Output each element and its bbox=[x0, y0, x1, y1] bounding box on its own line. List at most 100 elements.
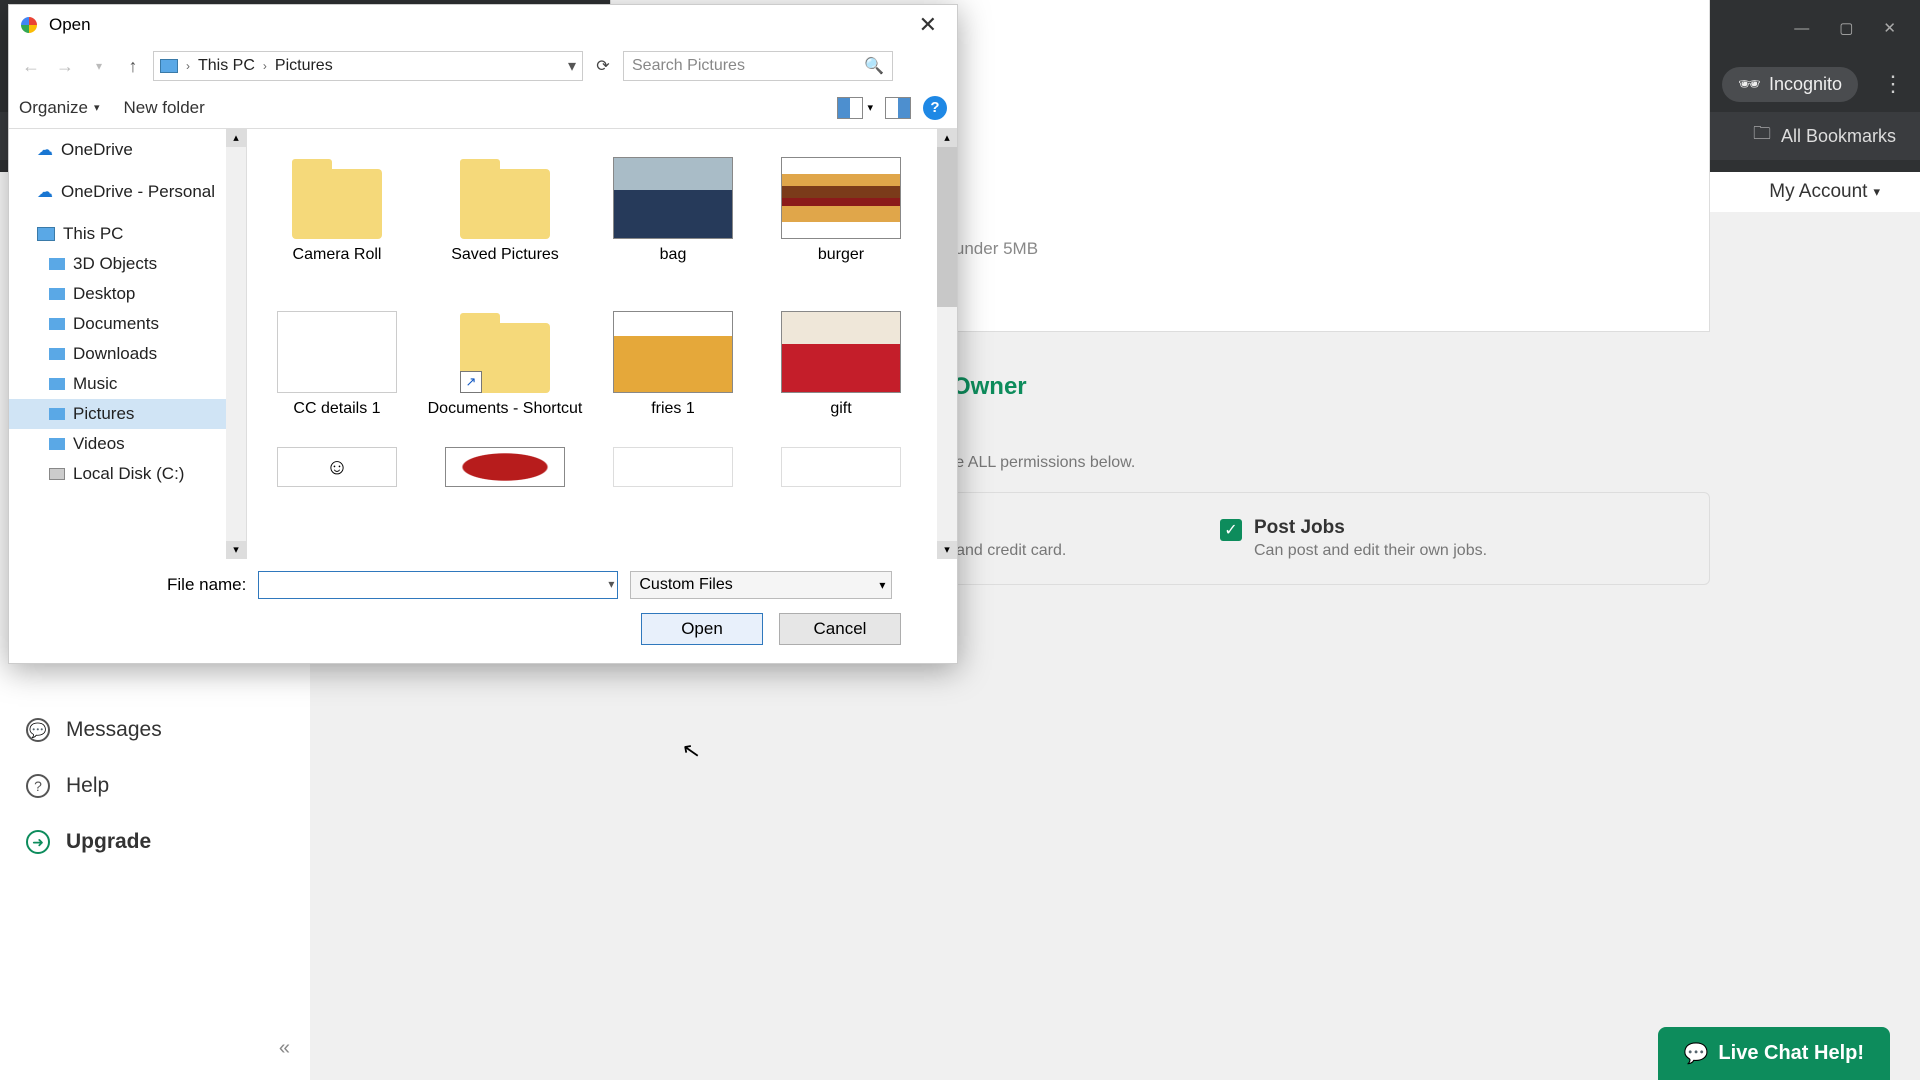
file-type-dropdown[interactable]: Custom Files ▾ bbox=[630, 571, 892, 599]
search-icon: 🔍 bbox=[864, 56, 884, 76]
folder-icon bbox=[49, 318, 65, 330]
upgrade-icon: ➜ bbox=[26, 830, 50, 854]
help-icon[interactable]: ? bbox=[923, 96, 947, 120]
chevron-down-icon: ▾ bbox=[879, 578, 885, 592]
cancel-button[interactable]: Cancel bbox=[779, 613, 901, 645]
scroll-down-icon[interactable]: ▾ bbox=[226, 541, 246, 559]
sidebar-collapse-icon[interactable]: « bbox=[279, 1037, 290, 1060]
image-thumbnail bbox=[613, 447, 733, 487]
grid-scrollbar[interactable]: ▴ ▾ bbox=[937, 129, 957, 559]
tree-label: This PC bbox=[63, 224, 123, 244]
tree-item-this-pc[interactable]: This PC bbox=[9, 219, 246, 249]
file-item-image[interactable]: gift bbox=[761, 293, 921, 437]
path-dropdown-icon[interactable]: ▾ bbox=[568, 56, 576, 76]
tree-label: Desktop bbox=[73, 284, 135, 304]
nav-forward-icon[interactable]: → bbox=[51, 56, 79, 77]
image-thumbnail bbox=[613, 157, 733, 239]
file-item-image[interactable] bbox=[425, 447, 585, 487]
sidebar-item-upgrade[interactable]: ➜ Upgrade bbox=[0, 814, 310, 870]
scroll-up-icon[interactable]: ▴ bbox=[226, 129, 246, 147]
view-mode-button[interactable]: ▾ bbox=[837, 97, 873, 119]
all-bookmarks-link[interactable]: All Bookmarks bbox=[1781, 126, 1896, 147]
chevron-right-icon: › bbox=[186, 59, 190, 73]
file-item-folder[interactable]: Saved Pictures bbox=[425, 139, 585, 283]
scrollbar-thumb[interactable] bbox=[937, 147, 957, 307]
checkbox-post-jobs[interactable]: ✓ bbox=[1220, 519, 1242, 541]
pc-icon bbox=[37, 227, 55, 241]
file-name-label: File name: bbox=[167, 575, 246, 595]
my-account-dropdown[interactable]: My Account ▾ bbox=[1769, 181, 1920, 203]
folder-icon bbox=[49, 348, 65, 360]
tree-label: Documents bbox=[73, 314, 159, 334]
tree-item-downloads[interactable]: Downloads bbox=[9, 339, 246, 369]
organize-label: Organize bbox=[19, 98, 88, 118]
file-item-image[interactable]: burger bbox=[761, 139, 921, 283]
tree-item-pictures[interactable]: Pictures bbox=[9, 399, 246, 429]
window-minimize-icon[interactable]: — bbox=[1794, 20, 1809, 37]
tree-item-music[interactable]: Music bbox=[9, 369, 246, 399]
folder-icon bbox=[49, 438, 65, 450]
sidebar-item-help[interactable]: ? Help bbox=[0, 758, 310, 814]
tree-item-onedrive[interactable]: ☁OneDrive bbox=[9, 135, 246, 165]
file-item-image[interactable]: CC details 1 bbox=[257, 293, 417, 437]
file-label: Camera Roll bbox=[293, 245, 382, 283]
image-thumbnail bbox=[613, 311, 733, 393]
incognito-indicator[interactable]: 🕶 Incognito bbox=[1722, 67, 1858, 102]
path-breadcrumb[interactable]: › This PC › Pictures ▾ bbox=[153, 51, 583, 81]
file-item-folder[interactable]: Camera Roll bbox=[257, 139, 417, 283]
tree-item-onedrive-personal[interactable]: ☁OneDrive - Personal bbox=[9, 177, 246, 207]
open-button[interactable]: Open bbox=[641, 613, 763, 645]
new-folder-button[interactable]: New folder bbox=[124, 98, 205, 118]
nav-back-icon[interactable]: ← bbox=[17, 56, 45, 77]
tree-item-desktop[interactable]: Desktop bbox=[9, 279, 246, 309]
refresh-icon[interactable]: ⟳ bbox=[589, 56, 617, 76]
search-placeholder: Search Pictures bbox=[632, 57, 745, 75]
file-name-input[interactable] bbox=[258, 571, 618, 599]
folder-icon bbox=[460, 169, 550, 239]
perm-post-title: Post Jobs bbox=[1254, 517, 1487, 539]
path-segment[interactable]: This PC bbox=[198, 57, 255, 75]
dialog-toolbar: Organize ▾ New folder ▾ ? bbox=[9, 87, 957, 129]
tree-item-documents[interactable]: Documents bbox=[9, 309, 246, 339]
search-input[interactable]: Search Pictures 🔍 bbox=[623, 51, 893, 81]
folder-icon bbox=[49, 288, 65, 300]
file-label: fries 1 bbox=[651, 399, 695, 437]
browser-menu-icon[interactable]: ⋮ bbox=[1882, 71, 1904, 97]
dialog-footer: File name: ▾ Custom Files ▾ Open Cancel bbox=[9, 559, 957, 663]
tree-item-3d-objects[interactable]: 3D Objects bbox=[9, 249, 246, 279]
file-item-image[interactable] bbox=[761, 447, 921, 487]
live-chat-button[interactable]: 💬 Live Chat Help! bbox=[1658, 1027, 1890, 1080]
image-thumbnail bbox=[445, 447, 565, 487]
file-item-image[interactable]: ☺ bbox=[257, 447, 417, 487]
image-thumbnail bbox=[781, 157, 901, 239]
dialog-nav-bar: ← → ▾ ↑ › This PC › Pictures ▾ ⟳ Search … bbox=[9, 45, 957, 87]
tree-scrollbar[interactable]: ▴ ▾ bbox=[226, 129, 246, 559]
nav-up-icon[interactable]: ↑ bbox=[119, 56, 147, 77]
preview-pane-button[interactable] bbox=[885, 97, 911, 119]
live-chat-label: Live Chat Help! bbox=[1718, 1042, 1864, 1065]
file-item-shortcut[interactable]: ↗ Documents - Shortcut bbox=[425, 293, 585, 437]
tree-label: Downloads bbox=[73, 344, 157, 364]
scroll-up-icon[interactable]: ▴ bbox=[937, 129, 957, 147]
dialog-close-button[interactable]: ✕ bbox=[909, 12, 947, 38]
chevron-down-icon[interactable]: ▾ bbox=[85, 59, 113, 73]
chevron-down-icon[interactable]: ▾ bbox=[608, 577, 614, 591]
window-maximize-icon[interactable]: ▢ bbox=[1839, 19, 1853, 37]
window-close-icon[interactable]: ✕ bbox=[1883, 19, 1896, 37]
tree-item-videos[interactable]: Videos bbox=[9, 429, 246, 459]
file-item-image[interactable] bbox=[593, 447, 753, 487]
scroll-down-icon[interactable]: ▾ bbox=[937, 541, 957, 559]
folder-icon bbox=[49, 408, 65, 420]
chevron-down-icon: ▾ bbox=[94, 101, 100, 114]
organize-button[interactable]: Organize ▾ bbox=[19, 98, 100, 118]
tree-label: Pictures bbox=[73, 404, 134, 424]
messages-icon: 💬 bbox=[26, 718, 50, 742]
folder-icon: ↗ bbox=[460, 323, 550, 393]
path-segment[interactable]: Pictures bbox=[275, 57, 333, 75]
file-item-image[interactable]: bag bbox=[593, 139, 753, 283]
sidebar-item-messages[interactable]: 💬 Messages bbox=[0, 702, 310, 758]
image-thumbnail bbox=[277, 311, 397, 393]
file-item-image[interactable]: fries 1 bbox=[593, 293, 753, 437]
tree-item-local-disk[interactable]: Local Disk (C:) bbox=[9, 459, 246, 489]
image-thumbnail: ☺ bbox=[277, 447, 397, 487]
